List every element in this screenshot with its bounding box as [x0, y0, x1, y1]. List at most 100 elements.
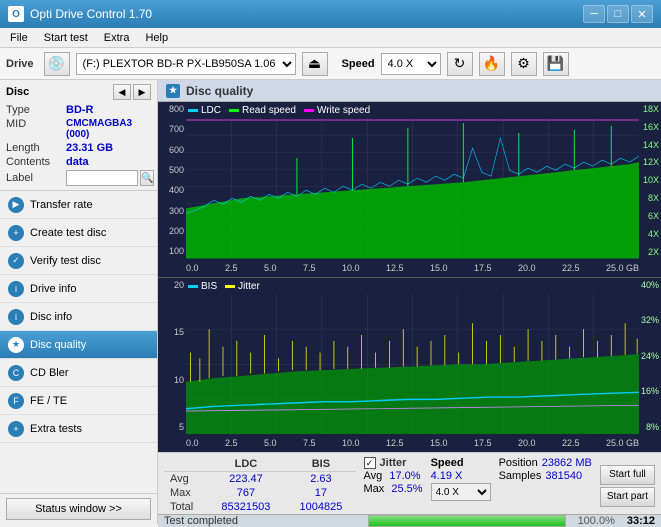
start-part-btn[interactable]: Start part [600, 487, 655, 507]
eject-btn[interactable]: ⏏ [302, 52, 328, 76]
stats-row: LDC BIS Avg 223.47 2.63 Max [158, 453, 661, 514]
read-speed-dot [229, 109, 239, 112]
speed-label: Speed [342, 58, 375, 70]
create-test-label: Create test disc [30, 227, 106, 239]
top-y-axis-left: 800 700 600 500 400 300 200 100 [158, 102, 186, 259]
disc-icon-btn1[interactable]: ◀ [113, 84, 131, 100]
y-label-700: 700 [158, 124, 186, 134]
verify-label: Verify test disc [30, 255, 101, 267]
drive-select[interactable]: (F:) PLEXTOR BD-R PX-LB950SA 1.06 [76, 53, 296, 75]
refresh-btn[interactable]: ↻ [447, 52, 473, 76]
status-section: Status window >> [0, 493, 157, 524]
top-chart-svg [186, 118, 639, 259]
save-btn[interactable]: 💾 [543, 52, 569, 76]
bis-dot [188, 285, 198, 288]
jitter-checkbox[interactable]: ✓ [364, 457, 376, 469]
disc-icons: ◀ ▶ [113, 84, 151, 100]
disc-mid-row: MID CMCMAGBA3 (000) [6, 118, 151, 140]
chart-bottom: BIS Jitter 20 15 10 5 40% [158, 277, 661, 453]
verify-icon: ✓ [8, 253, 24, 269]
cd-bler-label: CD Bler [30, 367, 69, 379]
y-label-100: 100 [158, 246, 186, 256]
y-bottom-20: 20 [158, 280, 186, 290]
action-buttons: Start full Start part [600, 457, 655, 514]
mid-label: MID [6, 118, 66, 140]
contents-label: Contents [6, 156, 66, 168]
settings-btn[interactable]: ⚙ [511, 52, 537, 76]
disc-info-icon: i [8, 309, 24, 325]
nav-items: ▶ Transfer rate + Create test disc ✓ Ver… [0, 191, 157, 443]
transfer-rate-label: Transfer rate [30, 199, 93, 211]
sidebar-item-drive-info[interactable]: i Drive info [0, 275, 157, 303]
speed-dropdown[interactable]: 4.0 X [431, 483, 491, 501]
y-right-4x: 4X [639, 229, 661, 239]
sidebar-item-disc-quality[interactable]: ★ Disc quality [0, 331, 157, 359]
legend-write-speed: Write speed [304, 105, 370, 116]
speed-section: Speed 4.19 X 4.0 X [431, 457, 491, 514]
menu-file[interactable]: File [4, 30, 34, 46]
sidebar-item-fe-te[interactable]: F FE / TE [0, 387, 157, 415]
type-label: Type [6, 104, 66, 116]
disc-icon-btn2[interactable]: ▶ [133, 84, 151, 100]
jitter-max: Max 25.5% [364, 483, 423, 495]
menu-extra[interactable]: Extra [98, 30, 136, 46]
legend-read-speed: Read speed [229, 105, 296, 116]
start-full-btn[interactable]: Start full [600, 465, 655, 485]
position-row: Position 23862 MB [499, 457, 592, 469]
menu-help[interactable]: Help [139, 30, 174, 46]
drive-icon-btn[interactable]: 💿 [44, 52, 70, 76]
speed-select[interactable]: 4.0 X [381, 53, 441, 75]
y-right-16x: 16X [639, 122, 661, 132]
chart-header: ★ Disc quality [158, 80, 661, 102]
sidebar-item-transfer-rate[interactable]: ▶ Transfer rate [0, 191, 157, 219]
chart-top: LDC Read speed Write speed 800 700 60 [158, 102, 661, 277]
bottom-x-axis: 0.0 2.5 5.0 7.5 10.0 12.5 15.0 17.5 20.0… [186, 434, 639, 452]
close-btn[interactable]: ✕ [631, 5, 653, 23]
length-value: 23.31 GB [66, 142, 113, 154]
drive-toolbar: Drive 💿 (F:) PLEXTOR BD-R PX-LB950SA 1.0… [0, 48, 661, 80]
y-bottom-5: 5 [158, 422, 186, 432]
y-bottom-15: 15 [158, 327, 186, 337]
extra-tests-label: Extra tests [30, 423, 82, 435]
y-label-800: 800 [158, 104, 186, 114]
y-right-40pct: 40% [639, 280, 661, 290]
maximize-btn[interactable]: □ [607, 5, 629, 23]
sidebar-item-create-test-disc[interactable]: + Create test disc [0, 219, 157, 247]
y-right-16pct: 16% [639, 386, 661, 396]
fe-te-label: FE / TE [30, 395, 67, 407]
bottom-status-bar: Test completed 100.0% 33:12 [158, 514, 661, 527]
status-text: Test completed [164, 515, 360, 527]
speed-select-row[interactable]: 4.0 X [431, 483, 491, 501]
stats-max-row: Max 767 17 [164, 486, 356, 500]
y-right-8pct: 8% [639, 422, 661, 432]
sidebar-item-extra-tests[interactable]: + Extra tests [0, 415, 157, 443]
sidebar-item-cd-bler[interactable]: C CD Bler [0, 359, 157, 387]
bottom-y-axis-right: 40% 32% 24% 16% 8% [639, 278, 661, 435]
chart-title: Disc quality [186, 84, 253, 98]
top-legend: LDC Read speed Write speed [188, 105, 370, 116]
burn-btn[interactable]: 🔥 [479, 52, 505, 76]
write-speed-dot [304, 109, 314, 112]
y-right-14x: 14X [639, 140, 661, 150]
type-value: BD-R [66, 104, 94, 116]
disc-label-row: Label 🔍 [6, 170, 151, 186]
charts-container: LDC Read speed Write speed 800 700 60 [158, 102, 661, 452]
col-ldc-header: LDC [206, 457, 287, 472]
menu-start-test[interactable]: Start test [38, 30, 94, 46]
ldc-dot [188, 109, 198, 112]
disc-length-row: Length 23.31 GB [6, 142, 151, 154]
status-window-btn[interactable]: Status window >> [6, 498, 151, 520]
fe-te-icon: F [8, 393, 24, 409]
progress-bar [368, 515, 566, 527]
y-right-8x: 8X [639, 193, 661, 203]
disc-quality-label: Disc quality [30, 339, 86, 351]
length-label: Length [6, 142, 66, 154]
chart-header-icon: ★ [166, 84, 180, 98]
sidebar-item-verify-test-disc[interactable]: ✓ Verify test disc [0, 247, 157, 275]
time-display: 33:12 [627, 515, 655, 527]
label-search-btn[interactable]: 🔍 [140, 170, 154, 186]
label-input[interactable] [66, 170, 138, 186]
minimize-btn[interactable]: ─ [583, 5, 605, 23]
sidebar-item-disc-info[interactable]: i Disc info [0, 303, 157, 331]
speed-avg-row: 4.19 X [431, 470, 491, 482]
